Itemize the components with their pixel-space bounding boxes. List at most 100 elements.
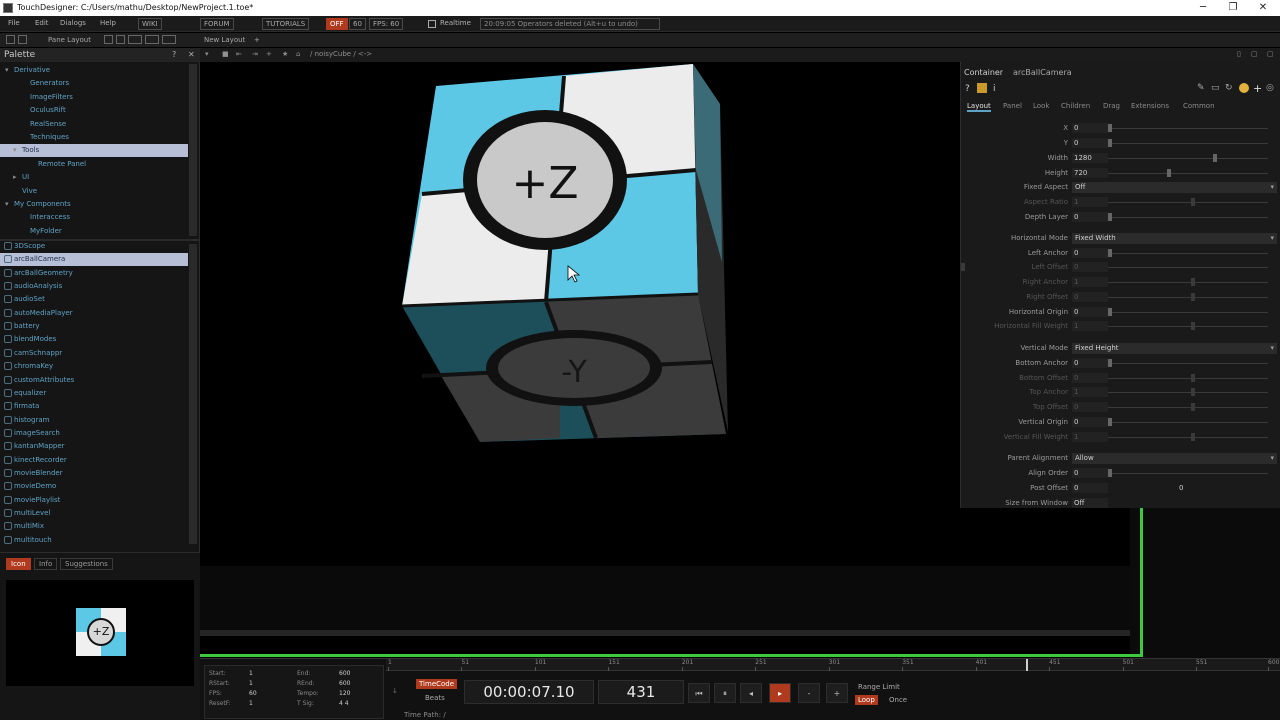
list-item[interactable]: arcBallCamera: [14, 253, 65, 266]
timeline-ruler[interactable]: 1 51 101 151 201 251 301 351 401 451 501 551 600: [386, 659, 1280, 671]
param-slider[interactable]: [1108, 158, 1268, 159]
chevron-right-icon[interactable]: ▸: [13, 171, 17, 184]
tab-suggestions[interactable]: Suggestions: [60, 558, 113, 570]
timecode-display[interactable]: 00:00:07.10: [464, 680, 594, 704]
param-slider[interactable]: [1108, 437, 1268, 438]
add-icon[interactable]: +: [266, 50, 272, 58]
pane-restore-icon[interactable]: ▯: [1237, 50, 1241, 58]
beats-toggle[interactable]: Beats: [422, 693, 448, 703]
home-icon[interactable]: ⌂: [296, 50, 300, 58]
step-forward-button[interactable]: -: [798, 683, 820, 703]
frame-display[interactable]: 431: [598, 680, 684, 704]
param-tab[interactable]: Panel: [1003, 102, 1022, 110]
timecode-toggle[interactable]: TimeCode: [416, 679, 458, 689]
slider-handle[interactable]: [1191, 293, 1195, 301]
tree-item[interactable]: Remote Panel: [0, 158, 188, 171]
slider-handle[interactable]: [1108, 308, 1112, 316]
pane-split-icon[interactable]: [6, 35, 15, 44]
back-icon[interactable]: ⇤: [236, 50, 242, 58]
color-icon[interactable]: [1239, 83, 1249, 93]
param-slider[interactable]: [1108, 378, 1268, 379]
slider-handle[interactable]: [1108, 418, 1112, 426]
settings-icon[interactable]: ◎: [1266, 83, 1274, 93]
menu-help[interactable]: Help: [100, 19, 116, 27]
tempo-value[interactable]: 120: [339, 690, 350, 697]
slider-handle[interactable]: [1191, 322, 1195, 330]
param-slider[interactable]: [1108, 202, 1268, 203]
slider-handle[interactable]: [1213, 154, 1217, 162]
chevron-down-icon[interactable]: ▾: [13, 144, 17, 157]
list-item[interactable]: firmata: [14, 400, 39, 413]
slider-handle[interactable]: [1191, 433, 1195, 441]
list-item[interactable]: battery: [14, 320, 40, 333]
list-item[interactable]: kinectRecorder: [14, 454, 67, 467]
layout-1-icon[interactable]: [104, 35, 113, 44]
list-item[interactable]: kantanMapper: [14, 440, 65, 453]
list-item[interactable]: arcBallGeometry: [14, 267, 73, 280]
layout-3-icon[interactable]: [128, 35, 142, 44]
timeline-menu-icon[interactable]: ↓: [392, 687, 398, 695]
tab-info[interactable]: Info: [34, 558, 58, 570]
param-slider[interactable]: [1108, 422, 1268, 423]
param-slider[interactable]: [1108, 297, 1268, 298]
tsig-value[interactable]: 4 4: [339, 700, 349, 707]
param-slider[interactable]: [1108, 312, 1268, 313]
list-item[interactable]: multiMix: [14, 520, 44, 533]
list-item[interactable]: equalizer: [14, 387, 46, 400]
rend-value[interactable]: 600: [339, 680, 350, 687]
list-item[interactable]: customAttributes: [14, 374, 74, 387]
step-back-button[interactable]: ◂: [740, 683, 762, 703]
slider-handle[interactable]: [961, 263, 965, 271]
param-menu[interactable]: Allow: [1072, 453, 1277, 464]
chevron-down-icon[interactable]: ▾: [5, 64, 9, 77]
maximize-button[interactable]: ❐: [1218, 1, 1248, 15]
add-param-icon[interactable]: +: [1253, 82, 1262, 95]
param-slider[interactable]: [1108, 473, 1268, 474]
pause-button[interactable]: ⏸: [714, 683, 736, 703]
param-menu[interactable]: Fixed Width: [1072, 233, 1277, 244]
list-scrollbar[interactable]: [189, 244, 197, 544]
stop-icon[interactable]: ■: [222, 50, 229, 58]
slider-handle[interactable]: [1108, 359, 1112, 367]
tree-item[interactable]: Vive: [0, 185, 188, 198]
param-slider[interactable]: [1108, 128, 1268, 129]
tree-item[interactable]: Interaccess: [0, 211, 188, 224]
chevron-down-icon[interactable]: ▾: [5, 198, 9, 211]
pane-maximize-icon[interactable]: ▢: [1251, 50, 1258, 58]
info-icon[interactable]: i: [993, 84, 996, 94]
slider-handle[interactable]: [1191, 374, 1195, 382]
tree-item[interactable]: ImageFilters: [0, 91, 188, 104]
menu-edit[interactable]: Edit: [35, 19, 49, 27]
slider-handle[interactable]: [1108, 469, 1112, 477]
slider-handle[interactable]: [1108, 139, 1112, 147]
param-slider[interactable]: [1108, 363, 1268, 364]
refresh-icon[interactable]: ↻: [1225, 83, 1233, 93]
tab-icon[interactable]: Icon: [6, 558, 31, 570]
perform-num[interactable]: 60: [349, 18, 366, 30]
playhead[interactable]: [1026, 659, 1028, 671]
fps-value[interactable]: 60: [249, 690, 257, 697]
list-item[interactable]: multitouch: [14, 534, 52, 547]
layout-2-icon[interactable]: [116, 35, 125, 44]
perform-off-button[interactable]: OFF: [326, 18, 348, 30]
slider-handle[interactable]: [1191, 198, 1195, 206]
param-slider[interactable]: [1108, 143, 1268, 144]
resetf-value[interactable]: 1: [249, 700, 253, 707]
rewind-button[interactable]: ⏮: [688, 683, 710, 703]
tree-item[interactable]: MyFolder: [0, 225, 188, 238]
tutorials-button[interactable]: TUTORIALS: [262, 18, 310, 30]
forward-icon[interactable]: ⇥: [252, 50, 258, 58]
speed-up-button[interactable]: +: [826, 683, 848, 703]
param-tab[interactable]: Common: [1183, 102, 1215, 110]
list-item[interactable]: audioAnalysis: [14, 280, 62, 293]
param-tab[interactable]: Drag: [1103, 102, 1120, 110]
close-palette-icon[interactable]: ✕: [188, 50, 195, 59]
param-slider[interactable]: [1108, 267, 1268, 268]
param-slider[interactable]: [1108, 392, 1268, 393]
param-tab[interactable]: Look: [1033, 102, 1049, 110]
param-slider[interactable]: [1108, 407, 1268, 408]
help-icon[interactable]: ?: [172, 50, 176, 59]
menu-arrow-icon[interactable]: ▾: [205, 50, 209, 58]
horizontal-scrollbar[interactable]: [200, 630, 1130, 636]
list-item[interactable]: chromaKey: [14, 360, 53, 373]
